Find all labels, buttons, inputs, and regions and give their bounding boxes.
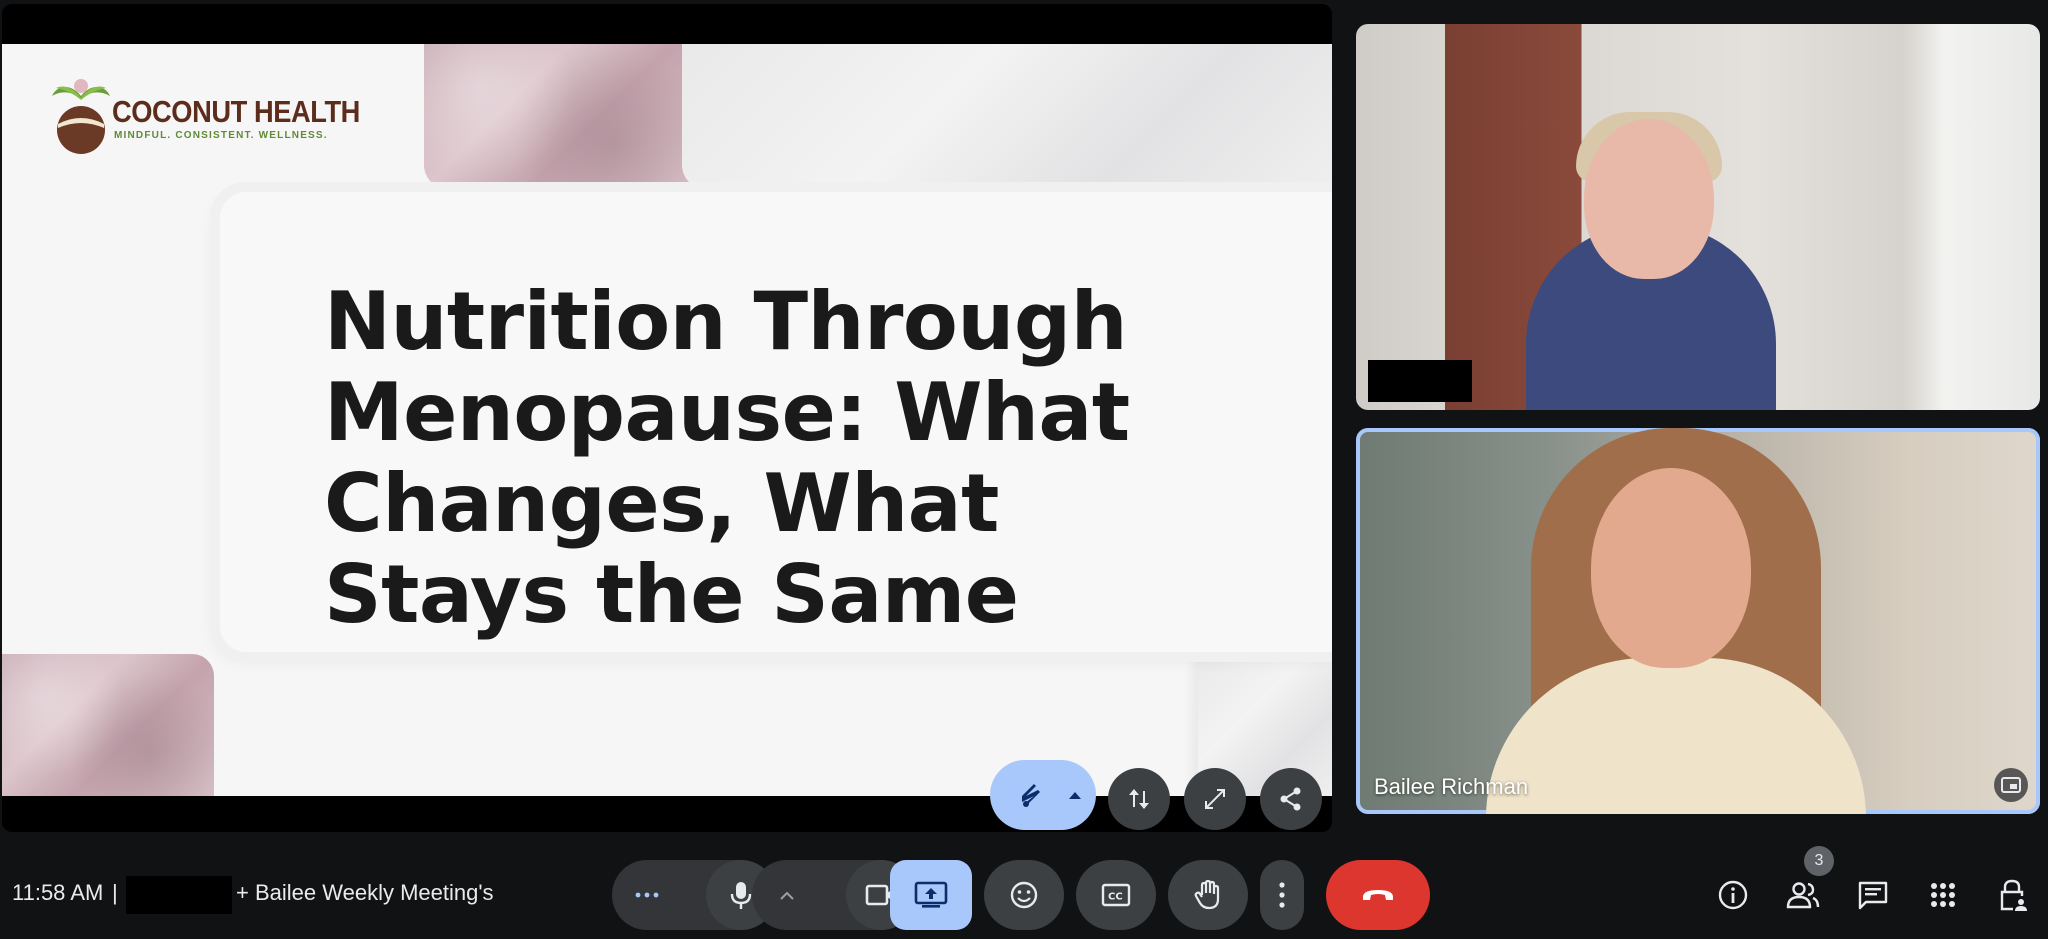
apps-grid-icon bbox=[1930, 882, 1956, 908]
chat-button[interactable] bbox=[1848, 870, 1898, 920]
participant-count-badge: 3 bbox=[1804, 846, 1834, 876]
pen-annotate-icon bbox=[1018, 780, 1048, 810]
more-button[interactable] bbox=[1260, 860, 1304, 930]
participant-tile-active-speaker[interactable]: Bailee Richman bbox=[1356, 428, 2040, 814]
logo-name: COCONUT HEALTH bbox=[112, 94, 360, 129]
logo-tagline: MINDFUL. CONSISTENT. WELLNESS. bbox=[114, 130, 328, 141]
chevron-up-icon bbox=[1068, 790, 1082, 800]
call-controls-bar: 11:58 AM | + Bailee Weekly Meeting's CC … bbox=[0, 840, 2048, 939]
raise-hand-button[interactable] bbox=[1168, 860, 1248, 930]
people-button[interactable] bbox=[1778, 870, 1828, 920]
closed-captions-icon: CC bbox=[1101, 883, 1131, 907]
presented-slide: COCONUT HEALTH MINDFUL. CONSISTENT. WELL… bbox=[2, 44, 1332, 796]
presentation-stage: COCONUT HEALTH MINDFUL. CONSISTENT. WELL… bbox=[2, 4, 1332, 832]
redacted-name bbox=[1368, 360, 1472, 402]
present-button[interactable] bbox=[890, 860, 972, 930]
participant-video bbox=[1584, 119, 1714, 279]
more-horizontal-icon bbox=[635, 892, 659, 898]
emoji-icon bbox=[1009, 880, 1039, 910]
expand-diagonal-icon bbox=[1201, 785, 1229, 813]
clock: 11:58 AM bbox=[12, 880, 104, 905]
meeting-details-button[interactable] bbox=[1708, 870, 1758, 920]
marble-decoration bbox=[682, 44, 1332, 189]
lock-person-icon bbox=[1998, 878, 2028, 912]
emoji-button[interactable] bbox=[984, 860, 1064, 930]
swap-layout-button[interactable] bbox=[1108, 768, 1170, 830]
meeting-name: + Bailee Weekly Meeting's bbox=[236, 880, 494, 905]
svg-text:CC: CC bbox=[1108, 892, 1123, 903]
marble-decoration bbox=[2, 654, 214, 796]
present-screen-icon bbox=[914, 881, 948, 909]
call-end-icon bbox=[1361, 887, 1395, 903]
captions-button[interactable]: CC bbox=[1076, 860, 1156, 930]
more-vertical-icon bbox=[1279, 882, 1285, 908]
people-icon bbox=[1786, 881, 1820, 909]
slide-title: Nutrition Through Menopause: What Change… bbox=[324, 275, 1130, 641]
annotate-button[interactable] bbox=[990, 760, 1096, 830]
host-controls-button[interactable] bbox=[1988, 870, 2038, 920]
camera-options-button[interactable] bbox=[752, 860, 822, 930]
participant-video bbox=[1591, 468, 1751, 668]
swap-vertical-icon bbox=[1125, 785, 1153, 813]
share-button[interactable] bbox=[1260, 768, 1322, 830]
share-icon bbox=[1277, 785, 1305, 813]
mic-icon bbox=[729, 880, 753, 910]
redacted-text bbox=[126, 876, 232, 914]
hand-icon bbox=[1193, 879, 1223, 911]
chevron-up-icon bbox=[779, 890, 795, 900]
leave-call-button[interactable] bbox=[1326, 860, 1430, 930]
fullscreen-button[interactable] bbox=[1184, 768, 1246, 830]
info-icon bbox=[1717, 879, 1749, 911]
participant-name: Bailee Richman bbox=[1374, 774, 1529, 799]
activities-button[interactable] bbox=[1918, 870, 1968, 920]
participant-tile[interactable] bbox=[1356, 24, 2040, 410]
separator: | bbox=[112, 880, 118, 905]
chat-icon bbox=[1857, 880, 1889, 910]
picture-in-picture-icon bbox=[2001, 777, 2021, 793]
marble-decoration bbox=[424, 44, 694, 189]
picture-in-picture-button[interactable] bbox=[1994, 768, 2028, 802]
more-options-button[interactable] bbox=[612, 860, 682, 930]
coconut-logo-icon bbox=[52, 79, 110, 154]
coconut-health-logo: COCONUT HEALTH MINDFUL. CONSISTENT. WELL… bbox=[50, 74, 360, 154]
